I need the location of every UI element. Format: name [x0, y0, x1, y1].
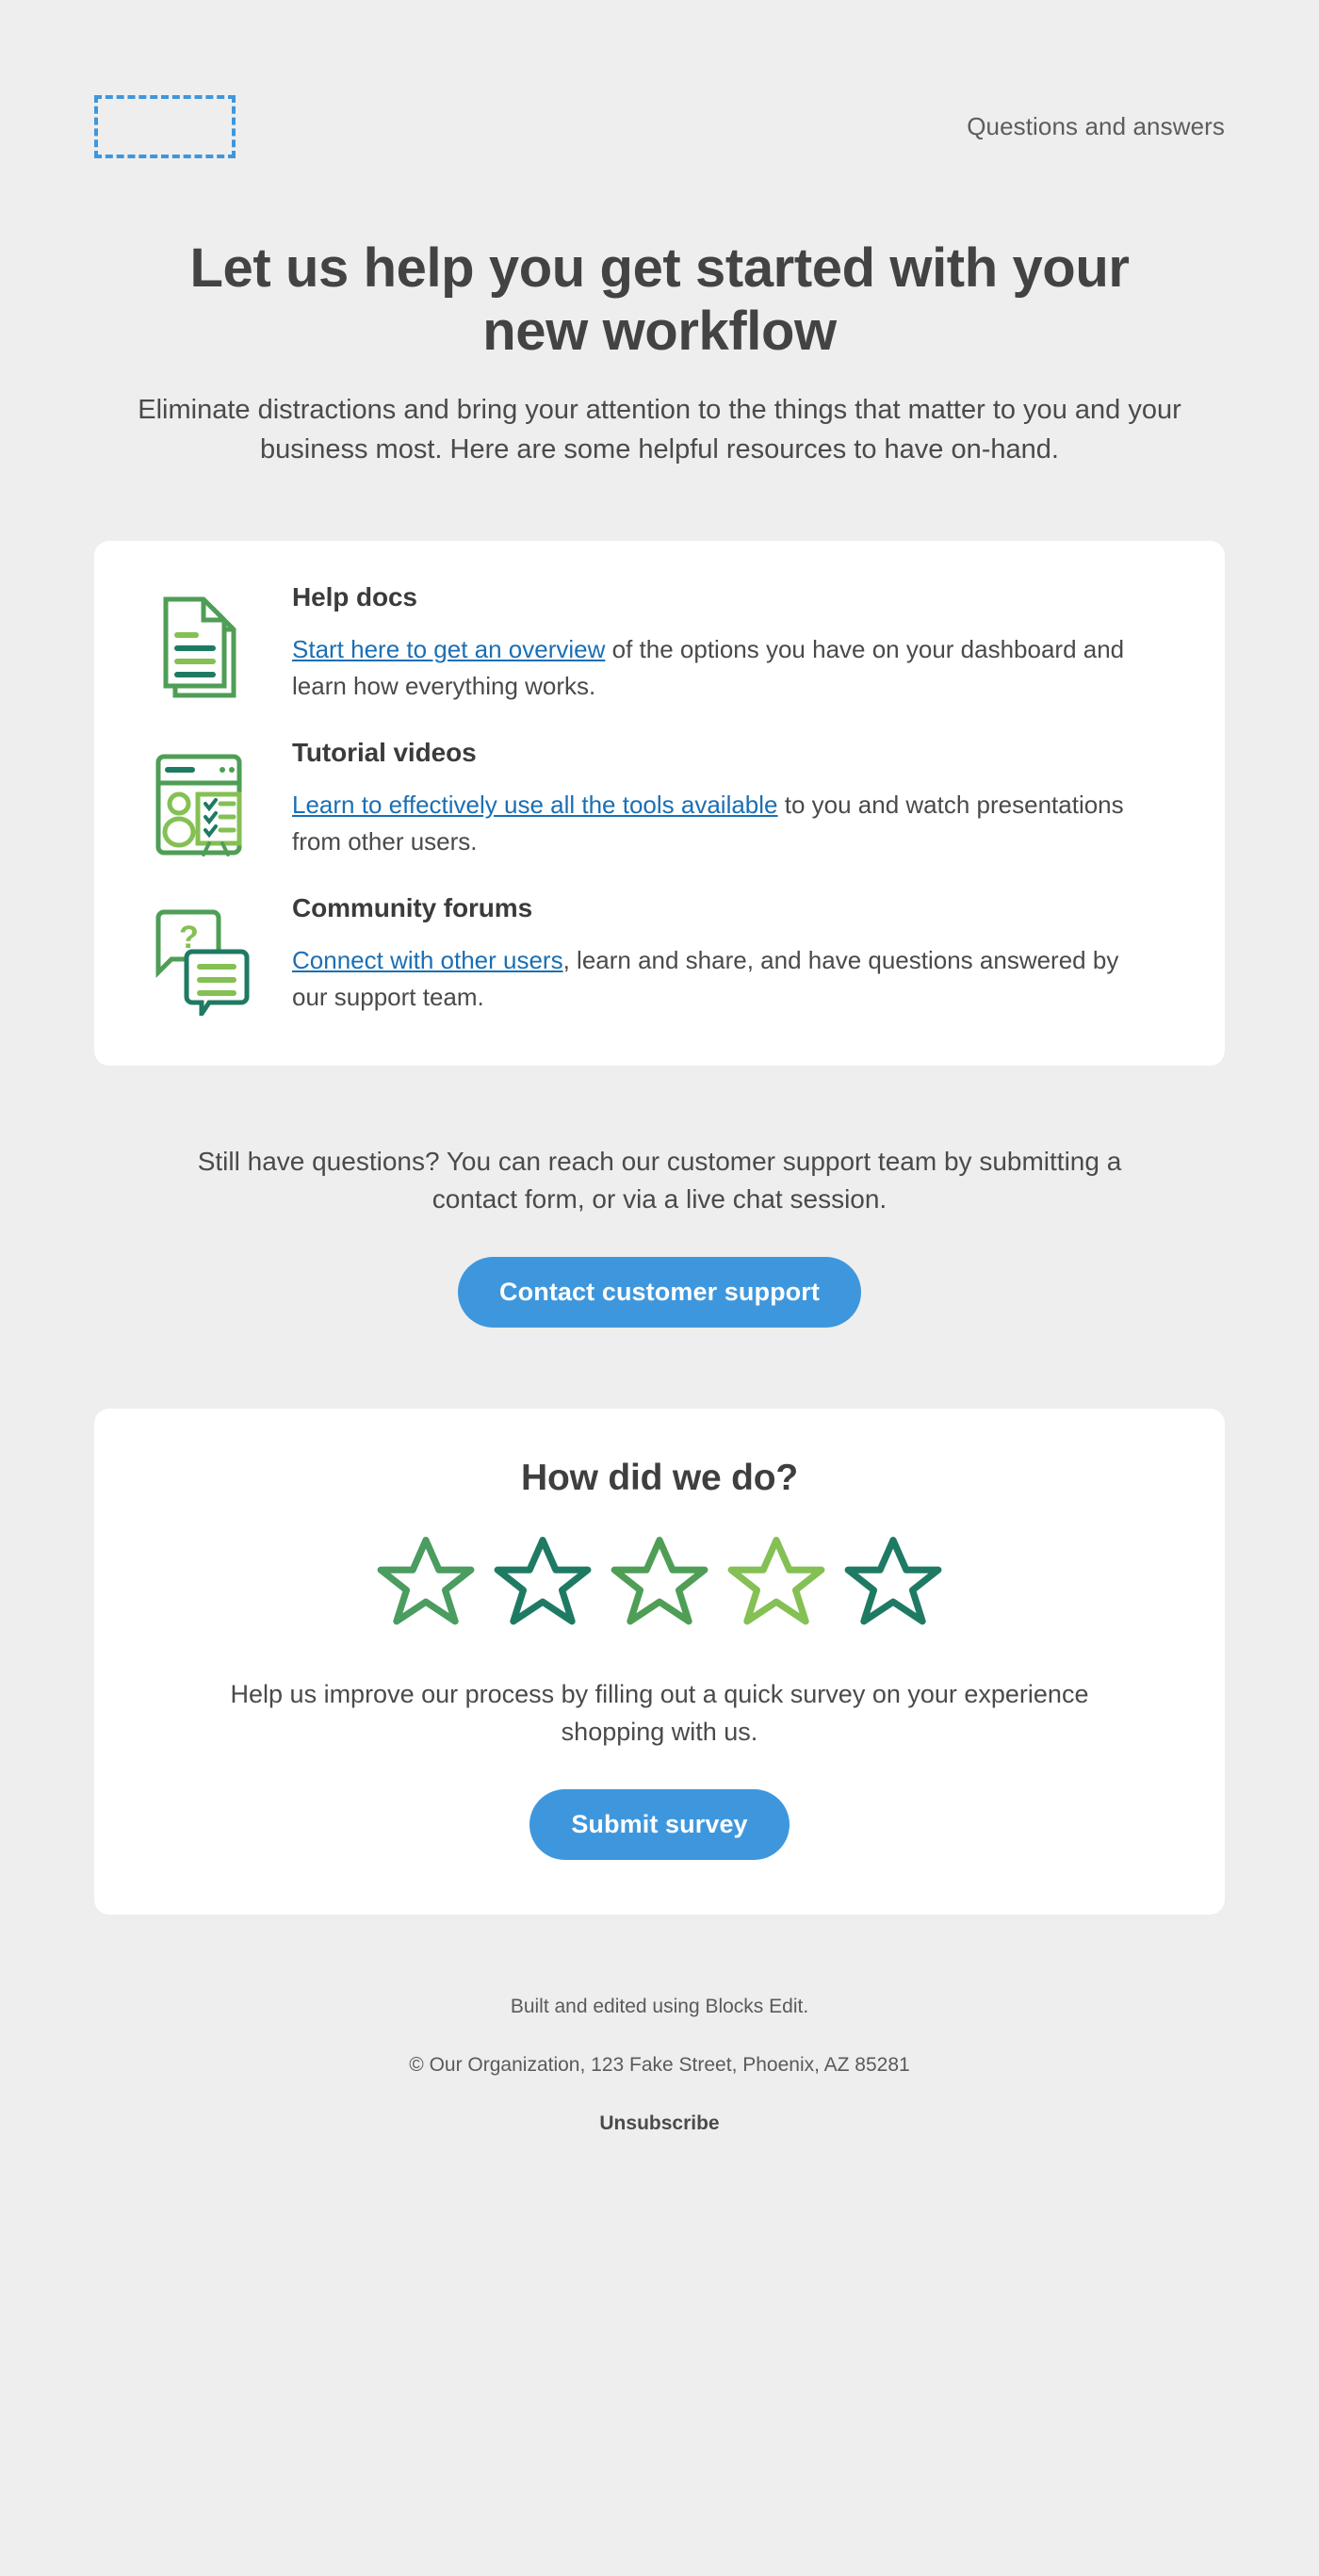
resource-title: Help docs	[292, 581, 417, 611]
page-title: Let us help you get started with your ne…	[189, 237, 1130, 362]
resource-item-help-docs: Help docs Start here to get an overview …	[94, 582, 1225, 706]
survey-title: How did we do?	[520, 1458, 798, 1498]
email-footer: Built and edited using Blocks Edit. © Ou…	[0, 1915, 1319, 2192]
email-body: Questions and answers Let us help you ge…	[0, 0, 1319, 2192]
support-text: Still have questions? You can reach our …	[197, 1146, 1122, 1215]
resource-title: Tutorial videos	[292, 737, 477, 767]
star-4-icon[interactable]	[722, 1533, 831, 1637]
resource-description: Connect with other users, learn and shar…	[292, 942, 1131, 1017]
support-section: Still have questions? You can reach our …	[0, 1066, 1319, 1328]
footer-copyright: © Our Organization, 123 Fake Street, Pho…	[409, 2053, 910, 2076]
resource-link[interactable]: Start here to get an overview	[292, 635, 605, 663]
hero-subtitle: Eliminate distractions and bring your at…	[138, 395, 1181, 465]
email-preheader: Questions and answers	[0, 0, 1319, 158]
document-stack-icon	[151, 582, 292, 705]
resource-body: Tutorial videos Learn to effectively use…	[292, 738, 1168, 861]
resource-link[interactable]: Learn to effectively use all the tools a…	[292, 791, 778, 819]
submit-survey-button[interactable]: Submit survey	[529, 1788, 790, 1860]
tutorial-video-icon	[151, 738, 292, 860]
footer-built-with: Built and edited using Blocks Edit.	[510, 1995, 809, 2017]
resource-item-tutorial-videos: Tutorial videos Learn to effectively use…	[94, 738, 1225, 861]
resources-card: Help docs Start here to get an overview …	[94, 540, 1225, 1066]
resource-description: Start here to get an overview of the opt…	[292, 631, 1131, 706]
hero-section: Let us help you get started with your ne…	[0, 158, 1319, 469]
star-5-icon[interactable]	[839, 1533, 948, 1637]
resource-body: Help docs Start here to get an overview …	[292, 582, 1168, 706]
contact-customer-support-button[interactable]: Contact customer support	[458, 1257, 861, 1328]
footer-unsubscribe-row: Unsubscribe	[94, 2112, 1225, 2135]
unsubscribe-link[interactable]: Unsubscribe	[599, 2112, 719, 2134]
star-2-icon[interactable]	[488, 1533, 597, 1637]
preheader-label: Questions and answers	[967, 111, 1225, 140]
resource-body: Community forums Connect with other user…	[292, 893, 1168, 1017]
chat-bubbles-icon: ?	[151, 893, 292, 1016]
survey-card: How did we do? Help us improve our proce…	[94, 1409, 1225, 1915]
star-rating[interactable]	[151, 1533, 1168, 1637]
resource-title: Community forums	[292, 892, 533, 922]
resource-link[interactable]: Connect with other users	[292, 946, 563, 974]
star-1-icon[interactable]	[371, 1533, 480, 1637]
star-3-icon[interactable]	[605, 1533, 714, 1637]
resource-item-community-forums: ? Community forums Connect with other us…	[94, 893, 1225, 1017]
logo-placeholder-icon[interactable]	[94, 94, 236, 158]
resource-description: Learn to effectively use all the tools a…	[292, 787, 1131, 861]
survey-description: Help us improve our process by filling o…	[230, 1680, 1089, 1746]
